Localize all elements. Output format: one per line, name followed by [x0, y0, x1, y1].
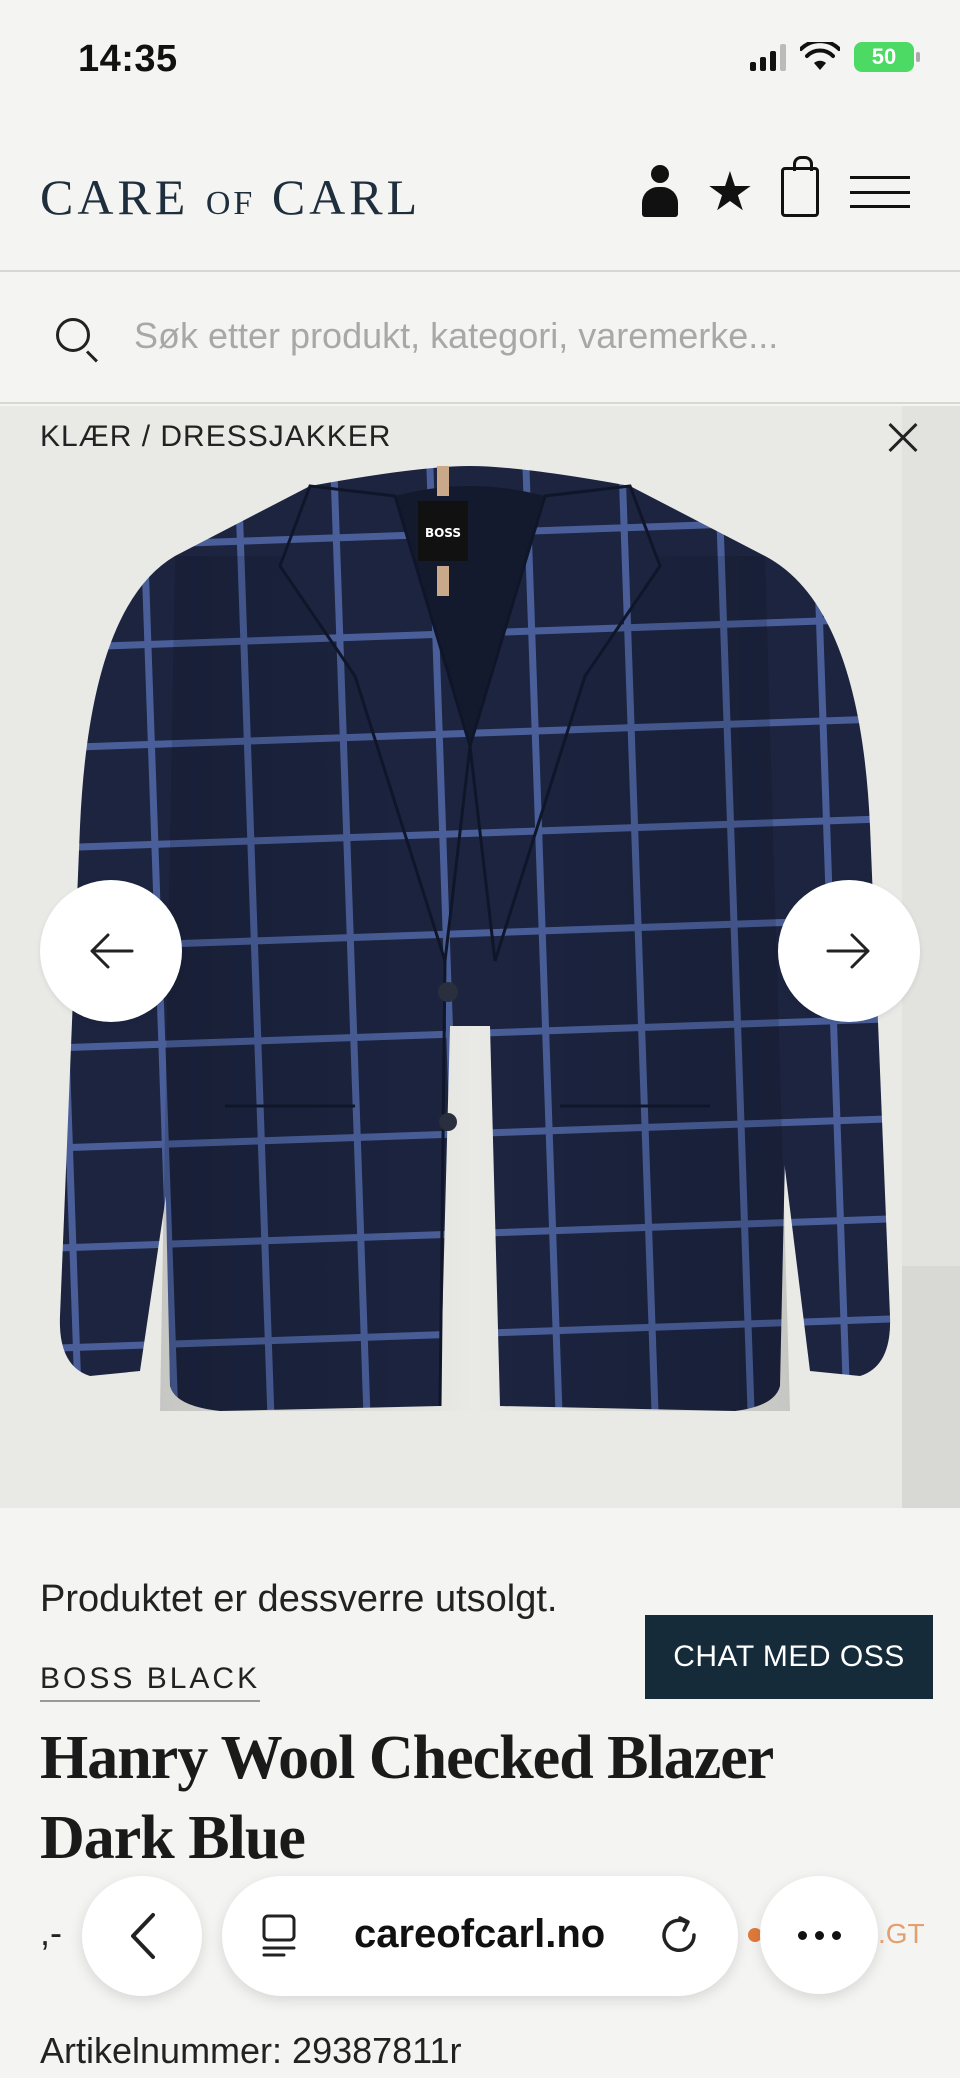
reload-icon[interactable] [656, 1912, 702, 1958]
article-number: Artikelnummer: 29387811r [40, 2030, 462, 2071]
arrow-left-icon [90, 933, 134, 969]
product-gallery: KLÆR / DRESSJAKKER BOSS [0, 406, 960, 1508]
breadcrumb[interactable]: KLÆR / DRESSJAKKER [40, 420, 391, 454]
brand-label: BOSS [425, 526, 461, 540]
status-time: 14:35 [78, 38, 178, 80]
product-price: ,- [40, 1912, 62, 1953]
cart-button[interactable] [778, 156, 822, 224]
arrow-right-icon [826, 933, 870, 969]
logo-word-care: CARE [40, 169, 190, 225]
site-logo[interactable]: CARE OF CARL [40, 168, 421, 226]
menu-icon [850, 176, 910, 208]
chevron-left-icon [131, 1913, 155, 1959]
next-image-button[interactable] [778, 880, 920, 1022]
status-indicators: 50 [750, 42, 920, 72]
battery-level: 50 [871, 44, 897, 69]
chat-button[interactable]: CHAT MED OSS [645, 1615, 933, 1699]
brand-link[interactable]: BOSS BLACK [40, 1662, 261, 1702]
search-input[interactable] [134, 304, 914, 368]
search-bar [0, 274, 960, 404]
star-icon: ★ [705, 162, 755, 222]
account-button[interactable] [638, 160, 682, 224]
battery-icon: 50 [854, 42, 920, 72]
soldout-message: Produktet er dessverre utsolgt. [40, 1578, 558, 1620]
more-options-button[interactable] [760, 1876, 878, 1994]
logo-word-carl: CARL [271, 169, 422, 225]
close-icon[interactable] [884, 420, 920, 456]
header-actions: ★ [638, 156, 912, 224]
url-text: careofcarl.no [354, 1912, 606, 1956]
user-icon [640, 165, 680, 219]
favorites-button[interactable]: ★ [705, 160, 755, 224]
product-title: Hanry Wool Checked Blazer Dark Blue [40, 1724, 773, 1872]
status-bar: 14:35 50 [0, 0, 960, 120]
search-icon[interactable] [56, 318, 90, 352]
site-header: CARE OF CARL ★ [0, 120, 960, 272]
browser-back-button[interactable] [82, 1876, 202, 1996]
wifi-icon [800, 42, 840, 70]
menu-button[interactable] [848, 160, 912, 224]
signal-icon [750, 43, 786, 71]
address-bar[interactable]: careofcarl.no [222, 1876, 738, 1996]
peek-text: .GT [878, 1918, 925, 1949]
bag-icon [781, 156, 819, 217]
logo-word-of: OF [205, 185, 256, 222]
previous-image-button[interactable] [40, 880, 182, 1022]
tabs-icon [262, 1914, 296, 1957]
